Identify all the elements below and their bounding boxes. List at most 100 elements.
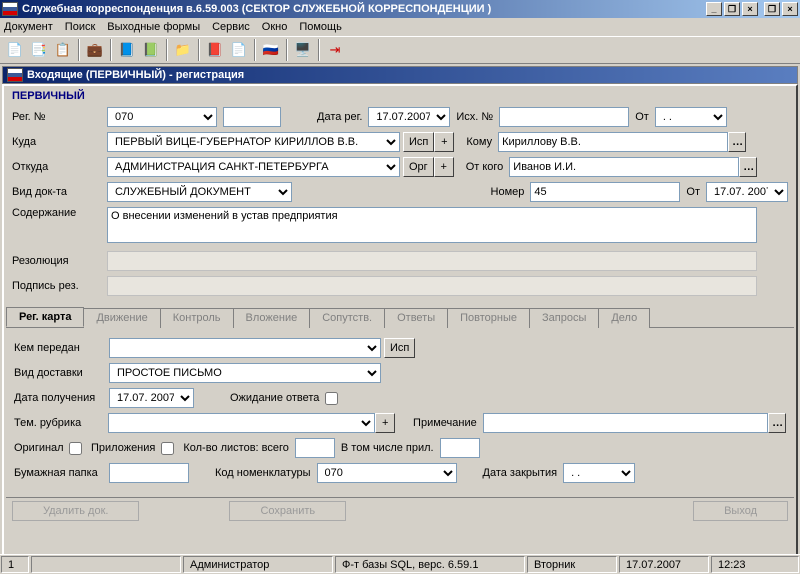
attach-label: Приложения bbox=[85, 442, 161, 454]
folder-input[interactable] bbox=[109, 463, 189, 483]
out-no-label: Исх. № bbox=[450, 111, 499, 123]
tab-repeat[interactable]: Повторные bbox=[447, 308, 530, 328]
toolbar-btn-7[interactable]: 📁 bbox=[172, 39, 194, 61]
menu-service[interactable]: Сервис bbox=[212, 21, 250, 33]
sign-box bbox=[107, 276, 757, 296]
menu-window[interactable]: Окно bbox=[262, 21, 288, 33]
content-text[interactable]: О внесении изменений в устав предприятия bbox=[107, 207, 757, 243]
close-button[interactable]: × bbox=[742, 2, 758, 16]
from-whom-input[interactable] bbox=[509, 157, 739, 177]
topic-add[interactable]: + bbox=[375, 413, 395, 433]
exit-button[interactable]: Выход bbox=[693, 501, 788, 521]
isp-button[interactable]: Исп bbox=[403, 132, 434, 152]
menu-help[interactable]: Помощь bbox=[299, 21, 342, 33]
close-date[interactable]: . . bbox=[563, 463, 635, 483]
ext-date[interactable]: 17.07. 2007 bbox=[706, 182, 788, 202]
to-whom-more[interactable]: … bbox=[728, 132, 746, 152]
toolbar-btn-2[interactable]: 📑 bbox=[28, 39, 50, 61]
toolbar: 📄 📑 📋 💼 📘 📗 📁 📕 📄 🇷🇺 🖥️ ⇥ bbox=[0, 36, 800, 64]
incl-input[interactable] bbox=[440, 438, 480, 458]
sheets-input[interactable] bbox=[295, 438, 335, 458]
tab-reg-card[interactable]: Рег. карта bbox=[6, 307, 84, 327]
sign-label: Подпись рез. bbox=[12, 280, 107, 292]
reg-no-extra[interactable] bbox=[223, 107, 281, 127]
menu-search[interactable]: Поиск bbox=[65, 21, 95, 33]
ext-date-label: От bbox=[680, 186, 706, 198]
from-select[interactable]: АДМИНИСТРАЦИЯ САНКТ-ПЕТЕРБУРГА bbox=[107, 157, 400, 177]
status-day: Вторник bbox=[527, 556, 617, 573]
doc-type-select[interactable]: СЛУЖЕБНЫЙ ДОКУМЕНТ bbox=[107, 182, 292, 202]
from-label: Откуда bbox=[12, 161, 107, 173]
from-date1[interactable]: . . bbox=[655, 107, 727, 127]
reg-no-select[interactable]: 070 bbox=[107, 107, 217, 127]
toolbar-btn-exit[interactable]: ⇥ bbox=[324, 39, 346, 61]
tabs: Рег. карта Движение Контроль Вложение Со… bbox=[6, 307, 794, 328]
doc-type-label: Вид док-та bbox=[12, 186, 107, 198]
restore-button[interactable]: ❐ bbox=[724, 2, 740, 16]
form-panel: ПЕРВИЧНЫЙ Рег. № 070 Дата рег. 17.07.200… bbox=[2, 84, 798, 570]
isp2-button[interactable]: Исп bbox=[384, 338, 415, 358]
menu-bar: Документ Поиск Выходные формы Сервис Окн… bbox=[0, 18, 800, 36]
by-whom-select[interactable] bbox=[109, 338, 381, 358]
delivery-label: Вид доставки bbox=[14, 367, 109, 379]
tab-related[interactable]: Сопутств. bbox=[309, 308, 385, 328]
to-whom-label: Кому bbox=[460, 136, 498, 148]
toolbar-btn-9[interactable]: 📄 bbox=[228, 39, 250, 61]
toolbar-btn-8[interactable]: 📕 bbox=[204, 39, 226, 61]
note-more[interactable]: … bbox=[768, 413, 786, 433]
to-whom-input[interactable] bbox=[498, 132, 728, 152]
primary-label: ПЕРВИЧНЫЙ bbox=[12, 90, 788, 102]
note-input[interactable] bbox=[483, 413, 769, 433]
tab-requests[interactable]: Запросы bbox=[529, 308, 599, 328]
out-no-input[interactable] bbox=[499, 107, 629, 127]
toolbar-btn-flag[interactable]: 🇷🇺 bbox=[260, 39, 282, 61]
tab-control[interactable]: Контроль bbox=[160, 308, 234, 328]
toolbar-btn-10[interactable]: 🖥️ bbox=[292, 39, 314, 61]
tab-case[interactable]: Дело bbox=[598, 308, 650, 328]
tab-attach[interactable]: Вложение bbox=[233, 308, 311, 328]
from-whom-more[interactable]: … bbox=[739, 157, 757, 177]
delete-button[interactable]: Удалить док. bbox=[12, 501, 139, 521]
where-select[interactable]: ПЕРВЫЙ ВИЦЕ-ГУБЕРНАТОР КИРИЛЛОВ В.В. bbox=[107, 132, 400, 152]
toolbar-btn-1[interactable]: 📄 bbox=[4, 39, 26, 61]
reg-no-label: Рег. № bbox=[12, 111, 107, 123]
number-label: Номер bbox=[485, 186, 531, 198]
mdi-title-bar: Входящие (ПЕРВИЧНЫЙ) - регистрация bbox=[2, 66, 798, 84]
original-checkbox[interactable] bbox=[69, 442, 82, 455]
tab-answers[interactable]: Ответы bbox=[384, 308, 448, 328]
org-button[interactable]: Орг bbox=[403, 157, 434, 177]
title-bar: Служебная корреспонденция в.6.59.003 (СЕ… bbox=[0, 0, 800, 18]
wait-checkbox[interactable] bbox=[325, 392, 338, 405]
original-label: Оригинал bbox=[14, 442, 69, 454]
toolbar-btn-6[interactable]: 📗 bbox=[140, 39, 162, 61]
menu-forms[interactable]: Выходные формы bbox=[107, 21, 200, 33]
note-label: Примечание bbox=[407, 417, 483, 429]
mdi-close-button[interactable]: × bbox=[782, 2, 798, 16]
minimize-button[interactable]: _ bbox=[706, 2, 722, 16]
delivery-select[interactable]: ПРОСТОЕ ПИСЬМО bbox=[109, 363, 381, 383]
org-add-button[interactable]: + bbox=[434, 157, 454, 177]
number-input[interactable] bbox=[530, 182, 680, 202]
from-date1-label: От bbox=[629, 111, 655, 123]
sheets-label: Кол-во листов: всего bbox=[177, 442, 295, 454]
save-button[interactable]: Сохранить bbox=[229, 501, 346, 521]
tab-movement[interactable]: Движение bbox=[83, 308, 160, 328]
resolution-box bbox=[107, 251, 757, 271]
from-whom-label: От кого bbox=[460, 161, 510, 173]
isp-add-button[interactable]: + bbox=[434, 132, 454, 152]
status-bar: 1 Администратор Ф-т базы SQL, верс. 6.59… bbox=[0, 554, 800, 574]
bottom-buttons: Удалить док. Сохранить Выход bbox=[6, 497, 794, 521]
recv-date-label: Дата получения bbox=[14, 392, 109, 404]
topic-select[interactable] bbox=[108, 413, 376, 433]
nomen-select[interactable]: 070 bbox=[317, 463, 457, 483]
toolbar-btn-4[interactable]: 💼 bbox=[84, 39, 106, 61]
attach-checkbox[interactable] bbox=[161, 442, 174, 455]
mdi-restore-button[interactable]: ❐ bbox=[764, 2, 780, 16]
menu-document[interactable]: Документ bbox=[4, 21, 53, 33]
toolbar-btn-3[interactable]: 📋 bbox=[52, 39, 74, 61]
by-whom-label: Кем передан bbox=[14, 342, 109, 354]
content-label: Содержание bbox=[12, 207, 107, 219]
recv-date[interactable]: 17.07. 2007 bbox=[109, 388, 194, 408]
reg-date[interactable]: 17.07.2007 bbox=[368, 107, 450, 127]
toolbar-btn-5[interactable]: 📘 bbox=[116, 39, 138, 61]
